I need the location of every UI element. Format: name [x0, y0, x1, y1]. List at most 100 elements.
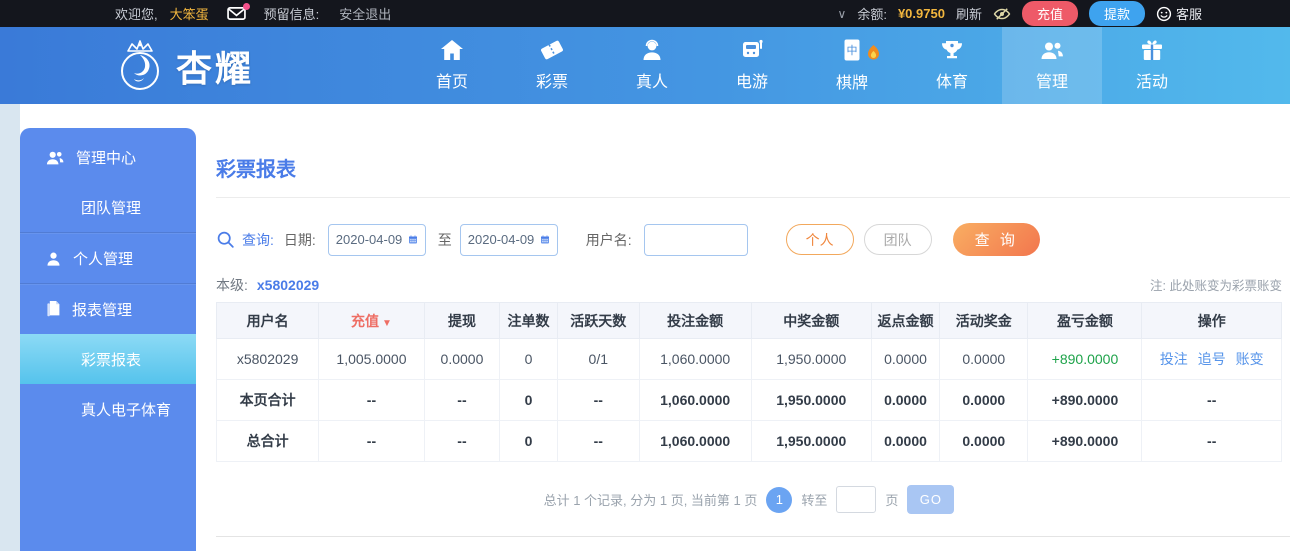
logo-emblem-icon [121, 39, 159, 90]
cell-bet-count: 0 [499, 379, 558, 421]
cell-label: 总合计 [215, 420, 320, 462]
sidebar-item-lottery-report[interactable]: 彩票报表 [20, 334, 196, 384]
col-win-amount: 中奖金额 [750, 302, 872, 339]
mahjong-tile-icon: 中 [844, 39, 860, 61]
table-header-row: 用户名 充值 ▼ 提现 注单数 活跃天数 投注金额 中奖金额 返点金额 活动奖金 … [215, 302, 1282, 339]
pagination: 总计 1 个记录, 分为 1 页, 当前第 1 页 1 转至 页 GO [216, 485, 1282, 514]
current-page-button[interactable]: 1 [766, 486, 793, 513]
nav-item-live[interactable]: 真人 [602, 27, 702, 104]
cell-username: x5802029 [215, 338, 320, 380]
cell-activity-bonus: 0.0000 [939, 420, 1029, 462]
customer-service-button[interactable]: 客服 [1156, 4, 1202, 23]
col-bet-amount: 投注金额 [638, 302, 752, 339]
col-withdraw: 提现 [423, 302, 501, 339]
sidebar-item-label: 报表管理 [72, 301, 133, 319]
date-to-label: 至 [437, 231, 452, 248]
cell-profit: +890.0000 [1027, 420, 1143, 462]
grand-total-row: 总合计 -- -- 0 -- 1,060.0000 1,950.0000 0.0… [215, 420, 1282, 462]
sidebar-item-team-manage[interactable]: 团队管理 [20, 182, 196, 232]
title-divider [216, 197, 1290, 198]
date-to-input[interactable] [467, 232, 540, 247]
cell-active-days: -- [556, 379, 640, 421]
level-value[interactable]: x5802029 [257, 277, 319, 293]
cell-bet-amount: 1,060.0000 [638, 420, 752, 462]
sidebar-item-live-esports[interactable]: 真人电子体育 [20, 384, 196, 434]
col-operation: 操作 [1141, 302, 1282, 339]
deposit-button[interactable]: 充值 [1021, 1, 1078, 26]
op-bets-link[interactable]: 投注 [1160, 351, 1188, 367]
cell-deposit: -- [318, 379, 425, 421]
cell-profit: +890.0000 [1027, 379, 1143, 421]
search-button[interactable]: 查 询 [952, 223, 1040, 256]
users-icon [46, 151, 64, 164]
col-deposit-sortable[interactable]: 充值 ▼ [318, 302, 425, 339]
page-unit-label: 页 [885, 493, 899, 508]
cell-activity-bonus: 0.0000 [939, 379, 1029, 421]
date-from-input[interactable] [335, 232, 408, 247]
withdraw-button[interactable]: 提款 [1088, 1, 1145, 26]
personal-filter-button[interactable]: 个人 [785, 224, 854, 255]
team-icon [1041, 42, 1063, 59]
nav-item-egames[interactable]: 电游 [702, 27, 802, 104]
nav-label: 电游 [735, 74, 768, 91]
sidebar-item-label: 个人管理 [73, 250, 134, 268]
op-chase-link[interactable]: 追号 [1198, 351, 1226, 367]
logout-link[interactable]: 安全退出 [339, 4, 391, 23]
reserved-info-label: 预留信息: [263, 7, 320, 22]
sidebar-item-personal-manage[interactable]: 个人管理 [20, 233, 196, 283]
navbar: 杏耀 首页 彩票 真人 电游 中 棋牌 体育 管理 活动 [0, 27, 1290, 104]
lottery-report-table: 用户名 充值 ▼ 提现 注单数 活跃天数 投注金额 中奖金额 返点金额 活动奖金 … [215, 302, 1282, 462]
gift-icon [1142, 40, 1162, 60]
mail-icon[interactable] [226, 3, 250, 21]
username-input[interactable] [643, 223, 748, 256]
nav-item-boardgames[interactable]: 中 棋牌 [802, 27, 902, 104]
nav-label: 活动 [1135, 74, 1168, 91]
cell-bet-count: 0 [499, 420, 558, 462]
page-body: 管理中心 团队管理 个人管理 报表管理 彩票报表 真人电子体育 彩票报表 查询:… [0, 104, 1290, 551]
username: 大笨蛋 [169, 7, 209, 22]
page-number-input[interactable] [836, 486, 877, 513]
brand-logo[interactable]: 杏耀 [112, 37, 254, 95]
col-profit-amount: 盈亏金额 [1027, 302, 1143, 339]
sidebar-item-manage-center[interactable]: 管理中心 [20, 132, 196, 182]
user-icon [47, 252, 60, 266]
cell-bet-amount: 1,060.0000 [638, 379, 752, 421]
col-bet-count: 注单数 [499, 302, 558, 339]
ticket-icon [541, 40, 563, 60]
chevron-down-icon[interactable]: ∨ [838, 7, 847, 21]
report-icon [47, 301, 60, 317]
col-active-days: 活跃天数 [556, 302, 640, 339]
sidebar-item-report-manage[interactable]: 报表管理 [20, 284, 196, 334]
nav-item-manage[interactable]: 管理 [1002, 27, 1102, 104]
mail-badge [242, 3, 250, 10]
cell-rebate: 0.0000 [870, 338, 941, 380]
go-button[interactable]: GO [907, 485, 955, 514]
main-content: 彩票报表 查询: 日期: 至 用户名: 个人 团队 查 询 本级: x5 [215, 104, 1290, 551]
left-gutter [0, 104, 20, 551]
cell-operations: -- [1141, 379, 1282, 421]
nav-item-sports[interactable]: 体育 [902, 27, 1002, 104]
sidebar-item-label: 彩票报表 [81, 351, 142, 369]
username-label: 用户名: [585, 231, 632, 248]
date-from-field[interactable] [327, 223, 426, 256]
svg-text:中: 中 [847, 44, 858, 57]
refresh-link[interactable]: 刷新 [956, 4, 982, 23]
team-filter-button[interactable]: 团队 [863, 224, 932, 255]
welcome-label: 欢迎您, [115, 7, 158, 22]
op-account-change-link[interactable]: 账变 [1236, 351, 1264, 367]
nav-item-home[interactable]: 首页 [402, 27, 502, 104]
nav-item-lottery[interactable]: 彩票 [502, 27, 602, 104]
search-form: 查询: 日期: 至 用户名: 个人 团队 查 询 [216, 223, 1282, 256]
eye-slash-icon[interactable] [993, 7, 1011, 21]
date-to-field[interactable] [459, 223, 558, 256]
cell-win-amount: 1,950.0000 [750, 379, 872, 421]
level-row: 本级: x5802029 注: 此处账变为彩票账变 [216, 275, 1282, 295]
col-deposit-label: 充值 [350, 312, 379, 329]
main-nav: 首页 彩票 真人 电游 中 棋牌 体育 管理 活动 [402, 27, 1202, 104]
cell-active-days: 0/1 [556, 338, 640, 380]
cell-bet-count: 0 [499, 338, 558, 380]
cell-win-amount: 1,950.0000 [750, 338, 872, 380]
nav-item-activity[interactable]: 活动 [1102, 27, 1202, 104]
cell-withdraw: 0.0000 [423, 338, 501, 380]
nav-label: 棋牌 [835, 75, 868, 92]
